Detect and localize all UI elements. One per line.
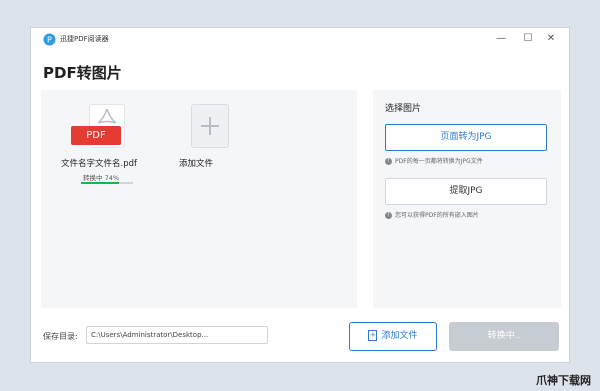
- convert-button[interactable]: 转换中..: [449, 322, 559, 351]
- minimize-button[interactable]: —: [494, 31, 508, 47]
- watermark: 爪神下载网: [536, 374, 591, 387]
- page-to-jpg-button[interactable]: 页面转为JPG: [385, 124, 547, 151]
- file-list-panel: PDF 文件名字文件名.pdf 转换中 74% 添加文件: [41, 90, 357, 308]
- file-name: 文件名字文件名.pdf: [61, 159, 137, 169]
- add-page-icon: [191, 104, 229, 148]
- page-to-jpg-hint: ! PDF的每一页都将转换为JPG文件: [385, 156, 483, 165]
- extract-jpg-hint-text: 您可以获得PDF的所有嵌入图片: [395, 212, 479, 219]
- info-icon: !: [385, 158, 392, 165]
- save-path-text: C:\Users\Administrator\Desktop...: [91, 331, 209, 339]
- add-file-label: 添加文件: [179, 159, 214, 169]
- app-title: 迅捷PDF阅读器: [60, 35, 109, 43]
- page-to-jpg-hint-text: PDF的每一页都将转换为JPG文件: [395, 158, 483, 165]
- app-window: P 迅捷PDF阅读器 — ☐ ✕ PDF转图片 PDF 文件名字文件名.pdf …: [30, 27, 570, 363]
- page-title: PDF转图片: [43, 64, 122, 82]
- options-panel: 选择图片 页面转为JPG ! PDF的每一页都将转换为JPG文件 提取JPG ! 您…: [373, 90, 561, 308]
- extract-jpg-button[interactable]: 提取JPG: [385, 178, 547, 205]
- add-file-button-label: 添加文件: [381, 331, 418, 341]
- save-path-field[interactable]: C:\Users\Administrator\Desktop... •••: [86, 326, 268, 344]
- app-logo-icon: P: [43, 33, 56, 46]
- add-file-button[interactable]: + 添加文件: [349, 322, 437, 351]
- add-file-tile[interactable]: 添加文件: [179, 98, 239, 178]
- progress-bar: [81, 182, 133, 184]
- conversion-status: 转换中 74%: [83, 174, 120, 182]
- pdf-badge: PDF: [71, 126, 121, 145]
- extract-jpg-hint: ! 您可以获得PDF的所有嵌入图片: [385, 210, 479, 219]
- pdf-file-item[interactable]: PDF 文件名字文件名.pdf 转换中 74%: [61, 98, 153, 184]
- options-title: 选择图片: [385, 104, 422, 114]
- progress-fill: [81, 182, 120, 184]
- maximize-button[interactable]: ☐: [521, 31, 535, 47]
- svg-text:P: P: [47, 36, 52, 45]
- add-file-icon: +: [368, 330, 378, 341]
- close-button[interactable]: ✕: [544, 31, 558, 47]
- save-directory-label: 保存目录:: [43, 332, 78, 341]
- plus-icon: [201, 117, 219, 135]
- info-icon: !: [385, 212, 392, 219]
- title-bar: P 迅捷PDF阅读器 — ☐ ✕: [31, 28, 569, 52]
